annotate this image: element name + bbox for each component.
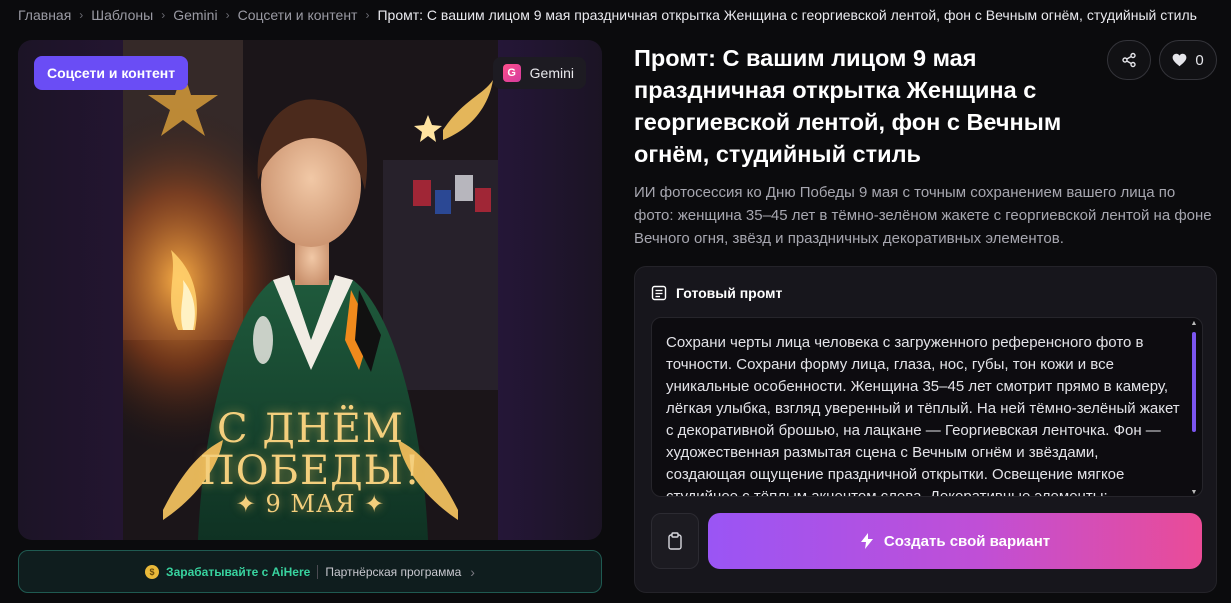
breadcrumb: Главная › Шаблоны › Gemini › Соцсети и к… [18, 7, 1197, 23]
heart-icon [1172, 53, 1187, 67]
create-variant-button[interactable]: Создать свой вариант [708, 513, 1202, 569]
coin-icon: $ [145, 564, 160, 579]
like-count: 0 [1195, 51, 1204, 69]
share-button[interactable] [1107, 40, 1151, 80]
breadcrumb-separator: › [161, 8, 166, 22]
breadcrumb-separator: › [225, 8, 230, 22]
breadcrumb-home[interactable]: Главная [18, 7, 71, 23]
gemini-icon: G [502, 64, 521, 82]
breadcrumb-social[interactable]: Соцсети и контент [238, 7, 358, 23]
copy-prompt-button[interactable] [651, 513, 699, 569]
scroll-up-icon[interactable]: ▲ [1190, 320, 1198, 327]
prompt-text: Сохрани черты лица человека с загруженно… [666, 334, 1180, 497]
greeting-line-2: ПОБЕДЫ! [199, 448, 422, 494]
prompt-header-label: Готовый промт [676, 285, 783, 301]
model-chip[interactable]: G Gemini [492, 57, 586, 89]
clipboard-icon [668, 532, 682, 550]
preview-card: С ДНЁМ ПОБЕДЫ! ✦ 9 МАЯ ✦ Соцсети и конте… [18, 40, 602, 540]
share-icon [1122, 52, 1136, 68]
earn-link: Зарабатывайте с AiHere [166, 564, 311, 579]
chevron-right-icon: › [470, 563, 475, 580]
prompt-scrollbar[interactable]: ▲ ▼ [1190, 320, 1198, 496]
partner-program-label: Партнёрская программа [325, 564, 462, 579]
prompt-textarea[interactable]: Сохрани черты лица человека с загруженно… [651, 317, 1203, 497]
partner-promo-bar[interactable]: $ Зарабатывайте с AiHere Партнёрская про… [18, 550, 602, 593]
preview-image: С ДНЁМ ПОБЕДЫ! ✦ 9 МАЯ ✦ [123, 40, 498, 540]
prompt-panel: Готовый промт Сохрани черты лица человек… [634, 266, 1217, 593]
scrollbar-thumb[interactable] [1192, 332, 1196, 432]
prompt-header: Готовый промт [651, 285, 782, 301]
page-title: Промт: С вашим лицом 9 мая праздничная о… [634, 45, 1062, 167]
document-icon [651, 285, 667, 301]
breadcrumb-current: Промт: С вашим лицом 9 мая праздничная о… [377, 7, 1197, 23]
breadcrumb-separator: › [79, 8, 84, 22]
category-chip[interactable]: Соцсети и контент [34, 56, 189, 90]
breadcrumb-gemini[interactable]: Gemini [173, 7, 217, 23]
like-button[interactable]: 0 [1159, 40, 1217, 80]
promo-divider [317, 564, 319, 579]
greeting-line-3: ✦ 9 МАЯ ✦ [235, 490, 386, 518]
create-variant-label: Создать свой вариант [883, 532, 1051, 550]
scroll-down-icon[interactable]: ▼ [1190, 489, 1198, 496]
model-chip-label: Gemini [529, 65, 574, 81]
breadcrumb-separator: › [365, 8, 370, 22]
lightning-icon [860, 533, 873, 549]
template-description: ИИ фотосессия ко Дню Победы 9 мая с точн… [634, 184, 1212, 247]
breadcrumb-templates[interactable]: Шаблоны [91, 7, 153, 23]
greeting-line-1: С ДНЁМ [217, 406, 404, 452]
